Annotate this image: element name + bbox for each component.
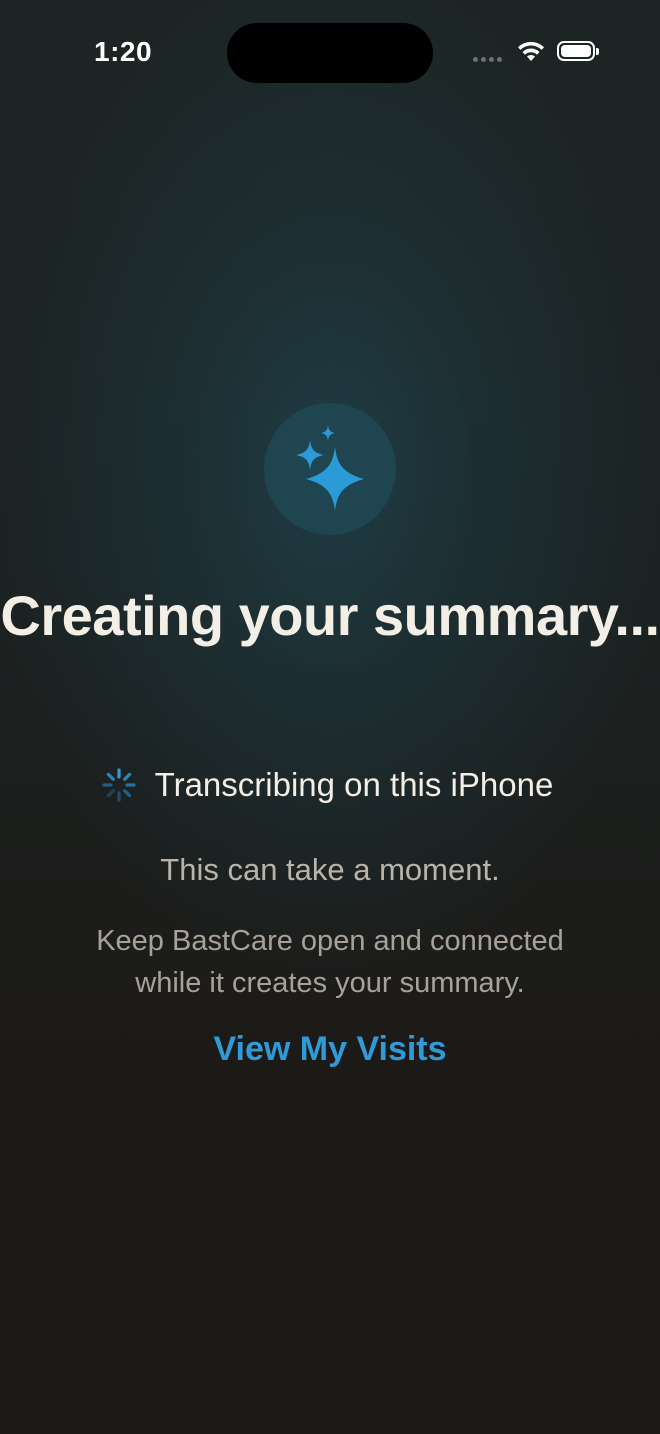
- progress-label: Transcribing on this iPhone: [154, 766, 554, 803]
- dynamic-island: [227, 23, 433, 83]
- cellular-signal-icon: [473, 57, 502, 62]
- wifi-icon: [518, 41, 544, 61]
- activity-spinner-icon: [102, 768, 136, 802]
- sparkles-badge: [264, 403, 396, 535]
- battery-icon: [557, 41, 599, 61]
- view-my-visits-button[interactable]: View My Visits: [0, 1030, 660, 1069]
- wait-note: This can take a moment.: [160, 852, 500, 887]
- progress-status: Transcribing on this iPhone: [0, 766, 660, 804]
- summary-screen: 1:20 Creating your summary... Transcribi…: [0, 0, 660, 1434]
- keep-open-note: Keep BastCare open and connected while i…: [96, 925, 564, 999]
- page-title: Creating your summary...: [0, 584, 660, 647]
- sparkles-icon: [296, 425, 364, 511]
- status-time: 1:20: [94, 36, 153, 67]
